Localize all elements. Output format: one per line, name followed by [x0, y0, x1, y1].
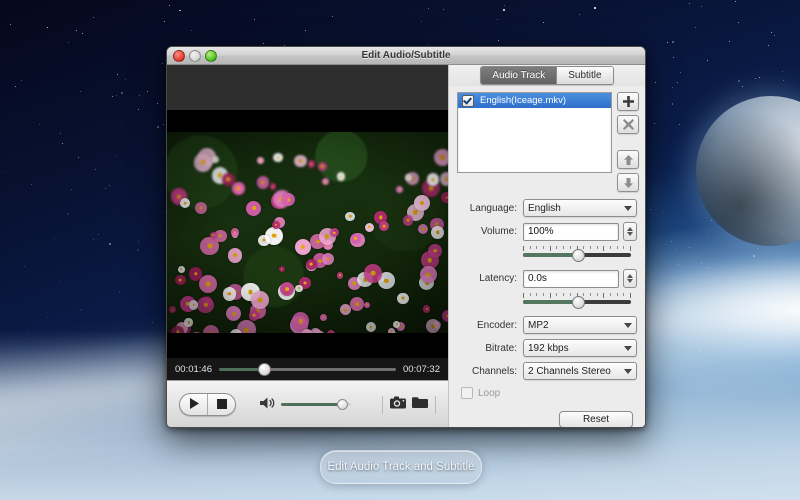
window-titlebar: Edit Audio/Subtitle	[167, 47, 645, 65]
latency-row: Latency: 0.0s	[457, 269, 637, 288]
encoder-value: MP2	[528, 319, 549, 331]
bitrate-label: Bitrate:	[485, 342, 517, 354]
window-body: 00:01:46 00:07:32 Audio Track Subtitle E…	[167, 65, 645, 427]
tab-subtitle[interactable]: Subtitle	[556, 67, 613, 84]
remove-track-button[interactable]	[617, 115, 639, 134]
volume-slider[interactable]	[281, 399, 351, 410]
stepper-up-icon	[627, 227, 633, 231]
edit-audio-subtitle-window: Edit Audio/Subtitle 00:01:46 00:07:32 Au…	[166, 46, 646, 428]
latency-stepper[interactable]	[623, 269, 637, 288]
latency-value: 0.0s	[528, 273, 547, 284]
language-value: English	[528, 202, 561, 214]
track-list-buttons	[617, 92, 639, 192]
stop-icon	[216, 396, 227, 414]
player-tools	[382, 395, 436, 414]
channels-select[interactable]: 2 Channels Stereo	[523, 362, 637, 380]
encoder-row: Encoder: MP2	[457, 316, 637, 334]
transport-buttons	[179, 393, 236, 416]
transport-bar	[167, 380, 448, 427]
volume-row: Volume: 100%	[457, 222, 637, 241]
channels-label: Channels:	[471, 365, 517, 377]
latency-slider-track[interactable]	[523, 296, 631, 309]
video-top-band	[167, 65, 448, 110]
tab-bar: Audio Track Subtitle	[449, 65, 645, 86]
chevron-down-icon	[624, 322, 632, 328]
volume-value: 100%	[528, 226, 554, 237]
latency-input[interactable]: 0.0s	[523, 269, 619, 288]
language-select[interactable]: English	[523, 199, 637, 217]
move-down-button[interactable]	[617, 173, 639, 192]
reset-row: Reset	[457, 399, 637, 427]
track-enabled-checkbox[interactable]	[462, 94, 474, 107]
chevron-down-icon	[624, 368, 632, 374]
bitrate-select[interactable]: 192 kbps	[523, 339, 637, 357]
settings-panel: Audio Track Subtitle English(Iceage.mkv)	[448, 65, 645, 427]
seek-thumb[interactable]	[258, 362, 272, 376]
play-icon	[189, 396, 199, 414]
folder-icon[interactable]	[412, 396, 428, 414]
vignette-overlay	[167, 132, 448, 333]
seek-fill	[218, 367, 264, 371]
bitrate-row: Bitrate: 192 kbps	[457, 339, 637, 357]
latency-slider-fill	[523, 300, 577, 304]
video-player: 00:01:46 00:07:32	[167, 65, 448, 427]
volume-slider-thumb[interactable]	[572, 249, 585, 262]
chevron-down-icon	[624, 205, 632, 211]
language-label: Language:	[469, 202, 517, 214]
reset-button[interactable]: Reset	[559, 411, 633, 427]
encoder-label: Encoder:	[476, 319, 517, 331]
volume-slider-row[interactable]	[523, 246, 637, 262]
tab-group: Audio Track Subtitle	[480, 66, 614, 85]
speaker-icon	[260, 396, 275, 414]
window-title: Edit Audio/Subtitle	[361, 50, 451, 61]
encoder-select[interactable]: MP2	[523, 316, 637, 334]
volume-stepper[interactable]	[623, 222, 637, 241]
caption-text: Edit Audio Track and Subtitle	[327, 461, 475, 473]
video-surface[interactable]	[167, 65, 448, 357]
volume-control	[260, 396, 351, 414]
video-frame-image	[167, 132, 448, 333]
total-time-label: 00:07:32	[403, 363, 440, 375]
latency-slider-thumb[interactable]	[572, 296, 585, 309]
latency-slider-row[interactable]	[523, 293, 637, 309]
playback-timebar: 00:01:46 00:07:32	[167, 357, 448, 380]
chevron-down-icon	[624, 345, 632, 351]
volume-fill	[281, 403, 342, 406]
settings-body: English(Iceage.mkv) Language: English Vo…	[449, 86, 645, 427]
caption-badge: Edit Audio Track and Subtitle	[320, 450, 482, 484]
camera-icon[interactable]	[390, 396, 406, 414]
track-label: English(Iceage.mkv)	[480, 95, 567, 106]
volume-slider-fill	[523, 253, 577, 257]
video-letterbox-top	[167, 110, 448, 132]
tab-audio-track[interactable]: Audio Track	[481, 67, 557, 84]
volume-label: Volume:	[480, 226, 517, 237]
play-button[interactable]	[180, 394, 207, 415]
add-track-button[interactable]	[617, 92, 639, 111]
stepper-down-icon	[627, 232, 633, 236]
volume-slider-track[interactable]	[523, 249, 631, 262]
settings-form: Language: English Volume: 100% Latency: …	[457, 199, 637, 427]
stepper-up-icon	[627, 274, 633, 278]
bitrate-value: 192 kbps	[528, 342, 569, 354]
video-letterbox-bottom	[167, 333, 448, 357]
move-up-button[interactable]	[617, 150, 639, 169]
channels-row: Channels: 2 Channels Stereo	[457, 362, 637, 380]
stepper-down-icon	[627, 279, 633, 283]
channels-value: 2 Channels Stereo	[528, 365, 611, 377]
seek-slider[interactable]	[218, 362, 397, 376]
loop-label: Loop	[478, 387, 501, 399]
latency-label: Latency:	[479, 273, 517, 284]
loop-row[interactable]: Loop	[461, 387, 637, 399]
stop-button[interactable]	[207, 394, 235, 415]
volume-input[interactable]: 100%	[523, 222, 619, 241]
loop-checkbox[interactable]	[461, 387, 473, 399]
current-time-label: 00:01:46	[175, 363, 212, 375]
track-list-row: English(Iceage.mkv)	[457, 92, 639, 192]
track-list[interactable]: English(Iceage.mkv)	[457, 92, 612, 173]
language-row: Language: English	[457, 199, 637, 217]
volume-thumb[interactable]	[337, 399, 349, 410]
list-item[interactable]: English(Iceage.mkv)	[458, 93, 611, 108]
